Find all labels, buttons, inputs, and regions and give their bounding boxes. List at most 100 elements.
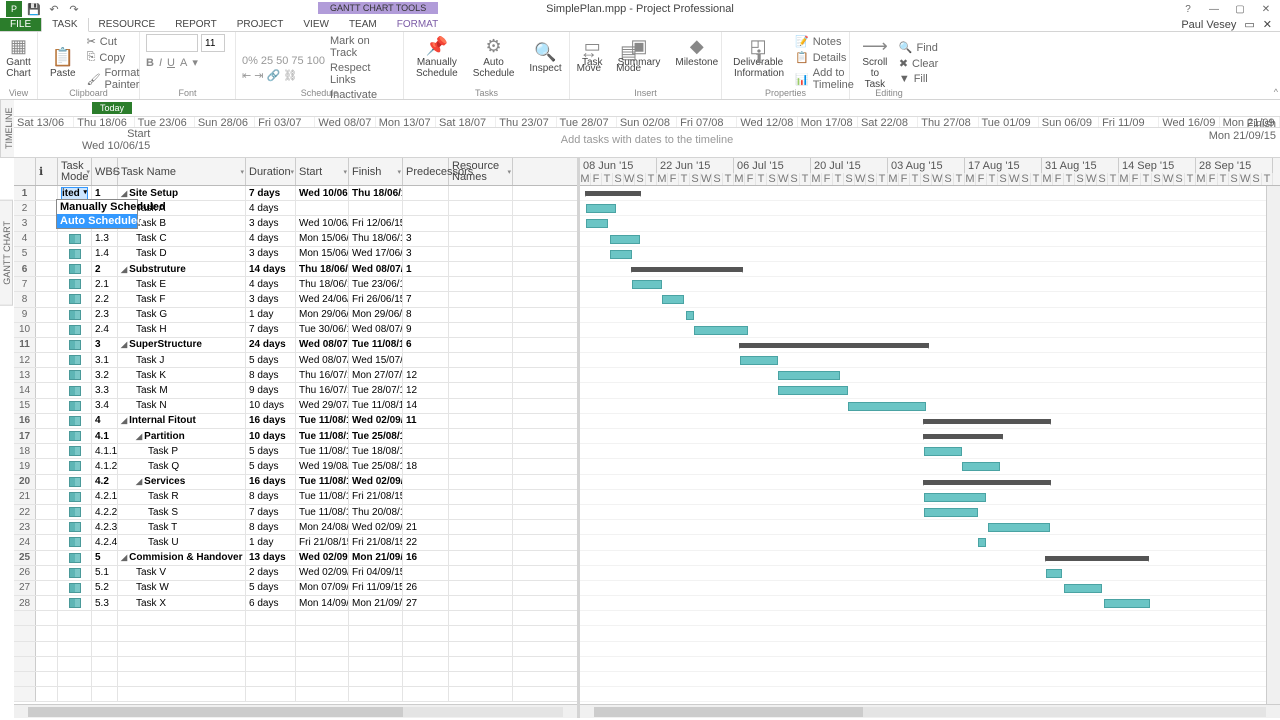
user-name[interactable]: Paul Vesey — [1181, 19, 1236, 31]
duration-cell[interactable]: 8 days — [246, 368, 296, 382]
wbs-cell[interactable]: 2 — [92, 262, 118, 276]
resource-cell[interactable] — [449, 399, 513, 413]
info-cell[interactable] — [36, 520, 58, 534]
task-mode-cell[interactable] — [58, 535, 92, 549]
chevron-down-icon[interactable]: ▾ — [507, 168, 511, 176]
collapse-triangle-icon[interactable]: ◢ — [136, 477, 142, 486]
row-number[interactable]: 12 — [14, 353, 36, 367]
duration-cell[interactable]: 5 days — [246, 459, 296, 473]
gantt-row[interactable] — [580, 581, 1280, 596]
gantt-row[interactable] — [580, 520, 1280, 535]
task-name-cell[interactable]: Task J — [118, 353, 246, 367]
auto-schedule-button[interactable]: ⚙Auto Schedule — [467, 34, 521, 81]
info-cell[interactable] — [36, 596, 58, 610]
table-row[interactable]: 12 3.1 Task J 5 days Wed 08/07/1 Wed 15/… — [14, 353, 577, 368]
collapse-triangle-icon[interactable]: ◢ — [121, 265, 127, 274]
unlink-button[interactable]: ⛓ — [283, 69, 297, 82]
table-row[interactable] — [14, 642, 577, 657]
row-number[interactable]: 13 — [14, 368, 36, 382]
info-cell[interactable] — [36, 383, 58, 397]
gantt-row[interactable] — [580, 247, 1280, 262]
task-bar[interactable] — [662, 295, 684, 304]
resource-cell[interactable] — [449, 596, 513, 610]
table-row[interactable]: 4 1.3 Task C 4 days Mon 15/06/1 Thu 18/0… — [14, 232, 577, 247]
redo-icon[interactable]: ↷ — [66, 1, 82, 17]
gantt-row[interactable] — [580, 414, 1280, 429]
task-name-cell[interactable]: ◢Services — [118, 475, 246, 489]
task-bar[interactable] — [694, 326, 748, 335]
summary-bar[interactable] — [740, 343, 928, 348]
duration-cell[interactable]: 5 days — [246, 444, 296, 458]
wbs-cell[interactable]: 4.2.2 — [92, 505, 118, 519]
wbs-cell[interactable]: 4.2.4 — [92, 535, 118, 549]
gantt-row[interactable] — [580, 505, 1280, 520]
finish-cell[interactable]: Fri 21/08/15 — [349, 535, 403, 549]
app-icon[interactable]: P — [6, 1, 22, 17]
task-mode-cell[interactable] — [58, 232, 92, 246]
table-row[interactable]: 22 4.2.2 Task S 7 days Tue 11/08/1 Thu 2… — [14, 505, 577, 520]
start-cell[interactable]: Tue 11/08/1 — [296, 475, 349, 489]
start-cell[interactable]: Wed 24/06/1 — [296, 292, 349, 306]
cut-button[interactable]: ✂Cut — [85, 34, 142, 49]
row-number[interactable]: 28 — [14, 596, 36, 610]
row-number[interactable]: 25 — [14, 551, 36, 565]
mode-option-manual[interactable]: Manually Scheduled — [57, 200, 137, 214]
start-cell[interactable]: Mon 15/06/1 — [296, 247, 349, 261]
resource-cell[interactable] — [449, 520, 513, 534]
duration-cell[interactable]: 1 day — [246, 308, 296, 322]
wbs-cell[interactable]: 3.2 — [92, 368, 118, 382]
wbs-cell[interactable]: 4.2.1 — [92, 490, 118, 504]
timeline-prompt[interactable]: Add tasks with dates to the timeline — [561, 134, 733, 146]
column-task-name[interactable]: Task Name▾ — [118, 158, 246, 185]
predecessors-cell[interactable]: 12 — [403, 368, 449, 382]
gantt-row[interactable] — [580, 262, 1280, 277]
finish-cell[interactable]: Thu 18/06/1 — [349, 232, 403, 246]
predecessors-cell[interactable]: 3 — [403, 247, 449, 261]
resource-cell[interactable] — [449, 216, 513, 230]
table-row[interactable]: 23 4.2.3 Task T 8 days Mon 24/08/1 Wed 0… — [14, 520, 577, 535]
predecessors-cell[interactable]: 18 — [403, 459, 449, 473]
info-cell[interactable] — [36, 414, 58, 428]
resource-cell[interactable] — [449, 292, 513, 306]
collapse-triangle-icon[interactable]: ◢ — [136, 432, 142, 441]
finish-cell[interactable]: Fri 04/09/15 — [349, 566, 403, 580]
task-name-cell[interactable]: Task X — [118, 596, 246, 610]
finish-cell[interactable]: Wed 02/09/ — [349, 475, 403, 489]
finish-cell[interactable]: Wed 08/07/ — [349, 262, 403, 276]
duration-cell[interactable]: 1 day — [246, 535, 296, 549]
clear-button[interactable]: ✖Clear — [897, 56, 941, 71]
task-mode-cell[interactable] — [58, 353, 92, 367]
table-row[interactable]: 25 5 ◢Commision & Handover 13 days Wed 0… — [14, 551, 577, 566]
finish-cell[interactable]: Tue 25/08/1 — [349, 459, 403, 473]
duration-cell[interactable]: 5 days — [246, 353, 296, 367]
finish-cell[interactable]: Fri 21/08/15 — [349, 490, 403, 504]
undo-icon[interactable]: ↶ — [46, 1, 62, 17]
finish-cell[interactable]: Tue 25/08/1 — [349, 429, 403, 443]
chevron-down-icon[interactable]: ▾ — [397, 168, 401, 176]
predecessors-cell[interactable] — [403, 353, 449, 367]
task-mode-cell[interactable] — [58, 338, 92, 352]
gantt-row[interactable] — [580, 368, 1280, 383]
start-cell[interactable]: Fri 21/08/15 — [296, 535, 349, 549]
task-bar[interactable] — [924, 493, 986, 502]
duration-cell[interactable]: 4 days — [246, 277, 296, 291]
task-name-cell[interactable]: Task N — [118, 399, 246, 413]
duration-cell[interactable]: 3 days — [246, 247, 296, 261]
table-row[interactable]: 9 2.3 Task G 1 day Mon 29/06/1 Mon 29/06… — [14, 308, 577, 323]
info-cell[interactable] — [36, 247, 58, 261]
close-icon[interactable]: ✕ — [1254, 2, 1278, 16]
task-name-cell[interactable]: Task K — [118, 368, 246, 382]
resource-cell[interactable] — [449, 277, 513, 291]
resource-cell[interactable] — [449, 247, 513, 261]
gantt-row[interactable] — [580, 186, 1280, 201]
mark-on-track-button[interactable]: Mark on Track — [328, 34, 397, 60]
wbs-cell[interactable]: 4 — [92, 414, 118, 428]
finish-cell[interactable]: Tue 11/08/1 — [349, 399, 403, 413]
table-row[interactable]: 1 ited▾ Manually Scheduled Auto Schedule… — [14, 186, 577, 201]
summary-bar[interactable] — [924, 480, 1050, 485]
predecessors-cell[interactable]: 3 — [403, 232, 449, 246]
finish-cell[interactable]: Fri 11/09/15 — [349, 581, 403, 595]
start-cell[interactable] — [296, 201, 349, 215]
task-mode-cell[interactable] — [58, 308, 92, 322]
task-mode-cell[interactable] — [58, 323, 92, 337]
